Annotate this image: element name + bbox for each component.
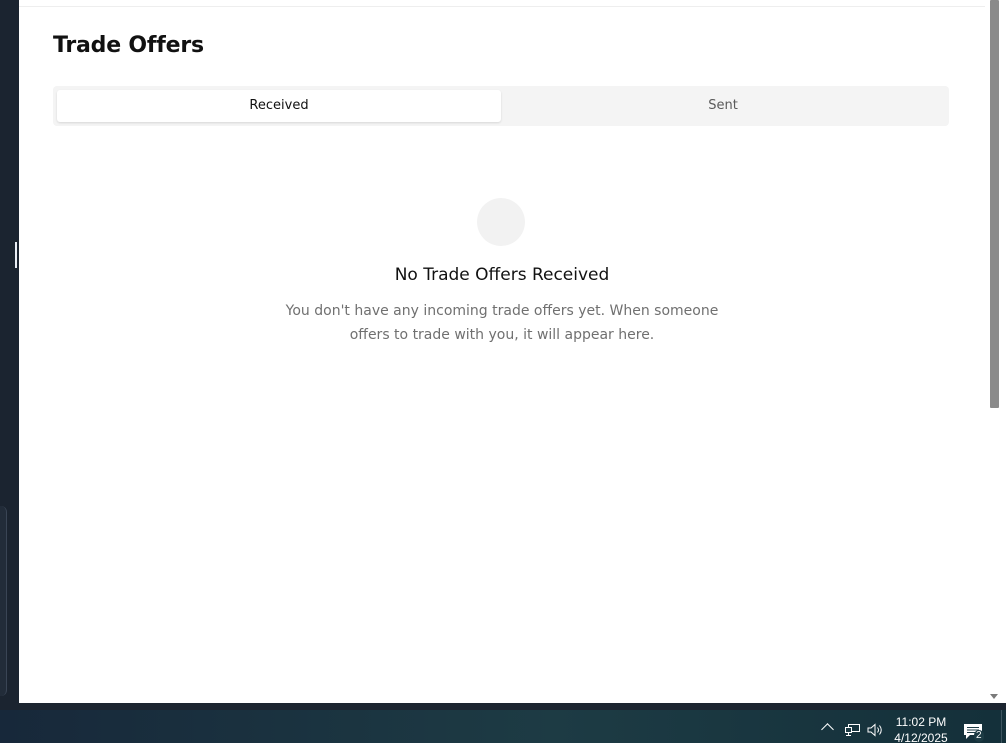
tab-sent[interactable]: Sent (501, 90, 945, 122)
notification-count-badge: 2 (974, 730, 984, 742)
clock-date: 4/12/2025 (894, 731, 948, 743)
header-divider (19, 6, 985, 7)
chevron-up-icon[interactable] (821, 723, 834, 736)
empty-state-description: You don't have any incoming trade offers… (285, 303, 719, 343)
trade-offers-window: Trade Offers Received Sent No Trade Offe… (19, 0, 1006, 703)
show-desktop-button[interactable] (1001, 710, 1006, 743)
scrollbar-thumb[interactable] (990, 0, 999, 408)
taskbar-clock[interactable]: 11:02 PM 4/12/2025 (890, 714, 952, 743)
page-title: Trade Offers (53, 33, 204, 58)
vertical-scrollbar[interactable] (985, 0, 1006, 703)
empty-state-title: No Trade Offers Received (394, 265, 610, 285)
tab-received[interactable]: Received (57, 90, 501, 122)
clock-time: 11:02 PM (895, 715, 947, 729)
volume-icon[interactable] (867, 723, 885, 737)
empty-circle-icon (477, 198, 525, 246)
desktop-background (0, 0, 19, 710)
text-cursor (15, 242, 17, 268)
network-icon[interactable] (845, 724, 860, 736)
scroll-down-arrow-icon[interactable] (990, 694, 998, 699)
background-window-edge (0, 506, 7, 696)
tab-bar: Received Sent (53, 86, 949, 126)
taskbar: 11:02 PM 4/12/2025 2 (0, 710, 1006, 743)
